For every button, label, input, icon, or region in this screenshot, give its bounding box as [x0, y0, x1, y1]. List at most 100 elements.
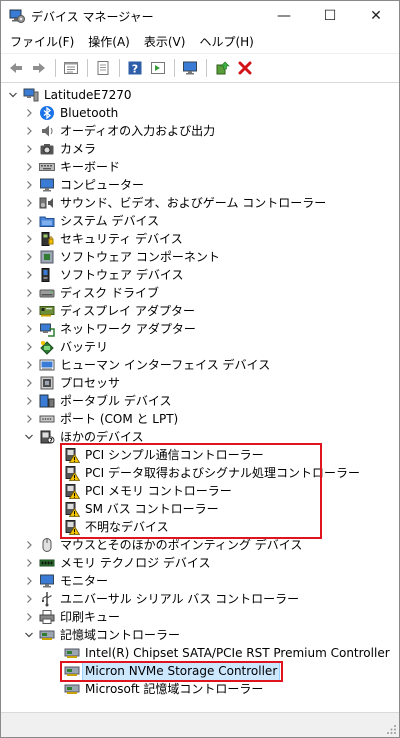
- expand-arrow-closed-icon[interactable]: [23, 572, 35, 590]
- category-print-queues[interactable]: 印刷キュー: [1, 608, 399, 626]
- category-monitors-label: モニター: [60, 574, 109, 588]
- expand-arrow-closed-icon[interactable]: [23, 122, 35, 140]
- expand-arrow-closed-icon[interactable]: [23, 608, 35, 626]
- category-other-devices[interactable]: ? ほかのデバイス: [1, 428, 399, 446]
- maximize-button[interactable]: ☐: [307, 1, 353, 31]
- other-device-item[interactable]: 不明なデバイス: [1, 518, 399, 536]
- expand-arrow-closed-icon[interactable]: [23, 266, 35, 284]
- storage-controller-item[interactable]: Micron NVMe Storage Controller: [1, 661, 399, 681]
- expand-arrow-closed-icon[interactable]: [23, 104, 35, 122]
- category-usb-controllers[interactable]: ユニバーサル シリアル バス コントローラー: [1, 590, 399, 608]
- category-camera[interactable]: カメラ: [1, 140, 399, 158]
- expand-arrow-closed-icon[interactable]: [23, 158, 35, 176]
- forward-arrow-icon[interactable]: [28, 57, 50, 79]
- category-usb-controllers-label: ユニバーサル シリアル バス コントローラー: [60, 592, 300, 606]
- category-system-devices[interactable]: システム デバイス: [1, 212, 399, 230]
- usb-controllers-icon: [39, 591, 55, 607]
- minimize-button[interactable]: —: [261, 1, 307, 31]
- menu-help[interactable]: ヘルプ(H): [192, 31, 260, 53]
- category-network-adapters-label: ネットワーク アダプター: [60, 322, 196, 336]
- close-button[interactable]: ✕: [353, 1, 399, 31]
- category-security-devices[interactable]: セキュリティ デバイス: [1, 230, 399, 248]
- category-processors[interactable]: プロセッサ: [1, 374, 399, 392]
- expand-arrow-closed-icon[interactable]: [23, 230, 35, 248]
- expand-arrow-closed-icon[interactable]: [23, 284, 35, 302]
- expand-arrow-closed-icon[interactable]: [23, 338, 35, 356]
- other-device-item-label: PCI データ取得およびシグナル処理コントローラー: [85, 466, 360, 480]
- category-ports-com-lpt[interactable]: ポート (COM と LPT): [1, 410, 399, 428]
- scan-hardware-icon[interactable]: [179, 57, 201, 79]
- expand-arrow-closed-icon[interactable]: [23, 374, 35, 392]
- other-device-item[interactable]: PCI シンプル通信コントローラー: [1, 446, 399, 464]
- category-sound-video-game[interactable]: サウンド、ビデオ、およびゲーム コントローラー: [1, 194, 399, 212]
- category-disk-drives[interactable]: ディスク ドライブ: [1, 284, 399, 302]
- expand-arrow-closed-icon[interactable]: [23, 248, 35, 266]
- device-manager-window: デバイス マネージャー — ☐ ✕ ファイル(F) 操作(A) 表示(V) ヘル…: [0, 0, 400, 738]
- category-storage-controllers[interactable]: 記憶域コントローラー: [1, 626, 399, 644]
- menu-view[interactable]: 表示(V): [137, 31, 193, 53]
- expand-arrow-closed-icon[interactable]: [23, 410, 35, 428]
- category-bluetooth-label: Bluetooth: [60, 106, 119, 120]
- expand-arrow-closed-icon[interactable]: [23, 212, 35, 230]
- toolbar-separator: [55, 59, 56, 77]
- storage-controllers-icon: [39, 627, 55, 643]
- properties-icon[interactable]: [92, 57, 114, 79]
- category-memory-technology[interactable]: メモリ テクノロジ デバイス: [1, 554, 399, 572]
- update-driver-icon[interactable]: [211, 57, 233, 79]
- category-disk-drives-label: ディスク ドライブ: [60, 286, 159, 300]
- expand-arrow-closed-icon[interactable]: [23, 536, 35, 554]
- category-human-interface-devices[interactable]: ヒューマン インターフェイス デバイス: [1, 356, 399, 374]
- help-icon[interactable]: ?: [124, 57, 146, 79]
- menu-action[interactable]: 操作(A): [81, 31, 137, 53]
- camera-icon: [39, 141, 55, 157]
- expand-arrow-closed-icon[interactable]: [23, 176, 35, 194]
- expand-arrow-closed-icon[interactable]: [23, 590, 35, 608]
- expand-arrow-closed-icon[interactable]: [23, 140, 35, 158]
- sound-video-game-icon: [39, 195, 55, 211]
- software-devices-icon: [39, 267, 55, 283]
- category-network-adapters[interactable]: ネットワーク アダプター: [1, 320, 399, 338]
- category-bluetooth[interactable]: Bluetooth: [1, 104, 399, 122]
- expand-arrow-open-icon[interactable]: [23, 626, 35, 644]
- action-pane-icon[interactable]: [147, 57, 169, 79]
- storage-controller-item[interactable]: Microsoft 記憶域コントローラー: [1, 680, 399, 698]
- expand-arrow-closed-icon[interactable]: [23, 392, 35, 410]
- back-arrow-icon[interactable]: [5, 57, 27, 79]
- category-portable-devices[interactable]: ポータブル デバイス: [1, 392, 399, 410]
- expand-arrow-closed-icon[interactable]: [23, 194, 35, 212]
- category-display-adapters[interactable]: ディスプレイ アダプター: [1, 302, 399, 320]
- category-monitors[interactable]: モニター: [1, 572, 399, 590]
- category-audio-io-label: オーディオの入力および出力: [60, 124, 216, 138]
- category-other-devices-label: ほかのデバイス: [60, 430, 144, 444]
- category-mice-pointing[interactable]: マウスとそのほかのポインティング デバイス: [1, 536, 399, 554]
- device-list-icon[interactable]: [60, 57, 82, 79]
- window-title: デバイス マネージャー: [31, 9, 154, 24]
- device-tree[interactable]: LatitudeE7270 Bluetooth オーディオの入力および出力カメラ キー…: [1, 83, 399, 711]
- other-device-item[interactable]: SM バス コントローラー: [1, 500, 399, 518]
- expand-arrow-closed-icon[interactable]: [23, 554, 35, 572]
- expand-arrow-closed-icon[interactable]: [23, 302, 35, 320]
- other-device-item[interactable]: PCI メモリ コントローラー: [1, 482, 399, 500]
- expand-arrow-open-icon[interactable]: [7, 86, 19, 104]
- category-keyboard[interactable]: キーボード: [1, 158, 399, 176]
- bluetooth-icon: [39, 105, 55, 121]
- storage-controller-item[interactable]: Intel(R) Chipset SATA/PCIe RST Premium C…: [1, 644, 399, 662]
- category-audio-io[interactable]: オーディオの入力および出力: [1, 122, 399, 140]
- expand-arrow-open-icon[interactable]: [23, 428, 35, 446]
- status-bar: [1, 712, 399, 737]
- expand-arrow-closed-icon[interactable]: [23, 356, 35, 374]
- human-interface-devices-icon: [39, 357, 55, 373]
- category-software-devices[interactable]: ソフトウェア デバイス: [1, 266, 399, 284]
- category-software-devices-label: ソフトウェア デバイス: [60, 268, 184, 282]
- category-portable-devices-label: ポータブル デバイス: [60, 394, 172, 408]
- other-device-item[interactable]: PCI データ取得およびシグナル処理コントローラー: [1, 464, 399, 482]
- menu-file[interactable]: ファイル(F): [3, 31, 81, 53]
- expand-arrow-closed-icon[interactable]: [23, 320, 35, 338]
- category-batteries[interactable]: バッテリ: [1, 338, 399, 356]
- category-computer[interactable]: コンピューター: [1, 176, 399, 194]
- resize-grip-icon[interactable]: [387, 725, 397, 735]
- tree-root[interactable]: LatitudeE7270: [1, 86, 399, 104]
- other-device-item-label: 不明なデバイス: [85, 520, 169, 534]
- category-software-components[interactable]: ソフトウェア コンポーネント: [1, 248, 399, 266]
- uninstall-device-icon[interactable]: [234, 57, 256, 79]
